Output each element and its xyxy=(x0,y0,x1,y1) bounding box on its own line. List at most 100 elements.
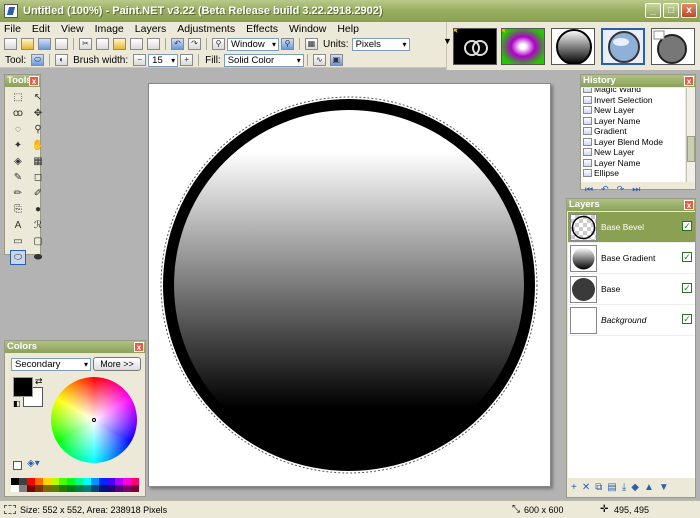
palette-toggle-icon[interactable] xyxy=(13,461,22,470)
palette-swatch[interactable] xyxy=(123,478,131,485)
history-first-icon[interactable]: ⏮ xyxy=(585,184,593,195)
grid-icon[interactable]: ▦ xyxy=(305,38,318,50)
menu-image[interactable]: Image xyxy=(95,23,124,35)
ellipse-select-icon[interactable]: ◌ xyxy=(10,122,26,137)
palette-swatch[interactable] xyxy=(51,485,59,492)
palette-swatch[interactable] xyxy=(27,478,35,485)
zoom-in-icon[interactable]: ⚲ xyxy=(281,38,294,50)
menu-help[interactable]: Help xyxy=(337,23,359,35)
layers-close-button[interactable]: x xyxy=(684,200,694,210)
rounded-rectangle-icon[interactable]: ▢ xyxy=(30,234,46,249)
move-layer-down-icon[interactable]: ▼ xyxy=(659,482,669,493)
brush-increase-icon[interactable]: + xyxy=(180,54,194,66)
palette-swatch[interactable] xyxy=(59,478,67,485)
palette-swatch[interactable] xyxy=(11,478,19,485)
color-mode-select[interactable]: Secondary xyxy=(11,358,91,371)
palette-swatch[interactable] xyxy=(99,485,107,492)
palette-swatch[interactable] xyxy=(75,485,83,492)
palette-swatch[interactable] xyxy=(19,485,27,492)
palette-swatch[interactable] xyxy=(83,478,91,485)
palette-swatch[interactable] xyxy=(123,485,131,492)
text-icon[interactable]: A xyxy=(10,218,26,233)
gradient-icon[interactable]: ▦ xyxy=(30,154,46,169)
zoom-icon[interactable]: ⚲ xyxy=(212,38,225,50)
history-item[interactable]: Layer Blend Mode xyxy=(581,137,685,148)
brush-decrease-icon[interactable]: − xyxy=(133,54,147,66)
history-item[interactable]: Ellipse xyxy=(581,168,685,179)
zoom-icon[interactable]: ⚲ xyxy=(30,122,46,137)
history-item[interactable]: Layer Name xyxy=(581,158,685,169)
menu-window[interactable]: Window xyxy=(289,23,326,35)
paste-icon[interactable] xyxy=(113,38,126,50)
history-item[interactable]: Layer Name xyxy=(581,116,685,127)
palette-swatch[interactable] xyxy=(11,485,19,492)
layer-row[interactable]: Background ✓ xyxy=(568,305,695,336)
move-layer-up-icon[interactable]: ▲ xyxy=(644,482,654,493)
swap-colors-icon[interactable]: ⇄ xyxy=(35,376,43,387)
ellipse-icon[interactable]: ⬭ xyxy=(10,250,26,265)
image-thumbnail[interactable]: ★ xyxy=(501,28,545,65)
menu-file[interactable]: File xyxy=(4,23,21,35)
app-icon[interactable] xyxy=(4,4,18,18)
cut-icon[interactable]: ✂ xyxy=(79,38,92,50)
palette-swatch[interactable] xyxy=(35,478,43,485)
palette-swatch[interactable] xyxy=(131,478,139,485)
palette-swatch[interactable] xyxy=(115,478,123,485)
fill-select[interactable]: Solid Color xyxy=(223,53,304,67)
antialiasing-icon[interactable]: ∿ xyxy=(312,54,326,66)
color-wheel-cursor[interactable] xyxy=(92,418,96,422)
palette-swatch[interactable] xyxy=(107,485,115,492)
palette-swatch[interactable] xyxy=(35,485,43,492)
palette-swatch[interactable] xyxy=(91,485,99,492)
move-icon[interactable]: ✥ xyxy=(30,106,46,121)
image-thumbnail[interactable] xyxy=(651,28,695,65)
minimize-button[interactable]: _ xyxy=(645,3,661,18)
canvas-artwork[interactable] xyxy=(149,84,550,486)
layer-visibility-checkbox[interactable]: ✓ xyxy=(682,283,692,293)
palette-swatch[interactable] xyxy=(75,478,83,485)
history-scroll-thumb[interactable] xyxy=(687,136,695,162)
lasso-select-icon[interactable]: ꝏ xyxy=(10,106,26,121)
menu-layers[interactable]: Layers xyxy=(135,23,167,35)
copy-icon[interactable] xyxy=(96,38,109,50)
palette-swatch[interactable] xyxy=(83,485,91,492)
menu-effects[interactable]: Effects xyxy=(246,23,278,35)
history-item[interactable]: New Layer xyxy=(581,147,685,158)
layer-properties-icon[interactable]: ▤ xyxy=(607,482,616,493)
ellipse-tool-icon[interactable]: ⬭ xyxy=(31,54,45,66)
palette-menu-icon[interactable]: ◈▾ xyxy=(27,458,40,469)
reset-colors-icon[interactable]: ◧ xyxy=(13,399,21,408)
history-scrollbar[interactable] xyxy=(686,88,695,182)
tools-close-button[interactable]: x xyxy=(29,76,39,86)
layer-row[interactable]: Base ✓ xyxy=(568,274,695,305)
layer-blend-icon[interactable]: ◆ xyxy=(631,482,639,493)
primary-color-swatch[interactable] xyxy=(13,377,33,397)
image-thumbnail[interactable] xyxy=(551,28,595,65)
rectangle-icon[interactable]: ▭ xyxy=(10,234,26,249)
paintbrush-icon[interactable]: ✎ xyxy=(10,170,26,185)
new-icon[interactable] xyxy=(4,38,17,50)
merge-layer-down-icon[interactable]: ⤓ xyxy=(622,482,626,493)
palette-swatch[interactable] xyxy=(43,485,51,492)
image-thumbnail-selected[interactable] xyxy=(601,28,645,65)
palette-swatch[interactable] xyxy=(43,478,51,485)
history-item[interactable]: Invert Selection xyxy=(581,95,685,106)
layer-visibility-checkbox[interactable]: ✓ xyxy=(682,221,692,231)
color-wheel[interactable] xyxy=(51,377,137,463)
pan-icon[interactable]: ✋ xyxy=(30,138,46,153)
clone-stamp-icon[interactable]: ⎘ xyxy=(10,202,26,217)
zoom-select[interactable]: Window xyxy=(227,37,279,51)
recolor-icon[interactable]: ● xyxy=(30,202,46,217)
blend-mode-icon[interactable]: ▣ xyxy=(329,54,343,66)
move-selection-icon[interactable]: ↖ xyxy=(30,90,46,105)
more-colors-button[interactable]: More >> xyxy=(93,357,141,371)
thumbnail-scroll-icon[interactable]: ▼ xyxy=(443,36,452,46)
brush-width-input[interactable]: 15 xyxy=(148,53,179,67)
eraser-icon[interactable]: ◻ xyxy=(30,170,46,185)
layer-row[interactable]: Base Bevel ✓ xyxy=(568,212,695,243)
palette-swatch[interactable] xyxy=(131,485,139,492)
history-item[interactable]: Gradient xyxy=(581,126,685,137)
add-layer-icon[interactable]: + xyxy=(571,482,577,493)
menu-edit[interactable]: Edit xyxy=(32,23,50,35)
layer-visibility-checkbox[interactable]: ✓ xyxy=(682,314,692,324)
